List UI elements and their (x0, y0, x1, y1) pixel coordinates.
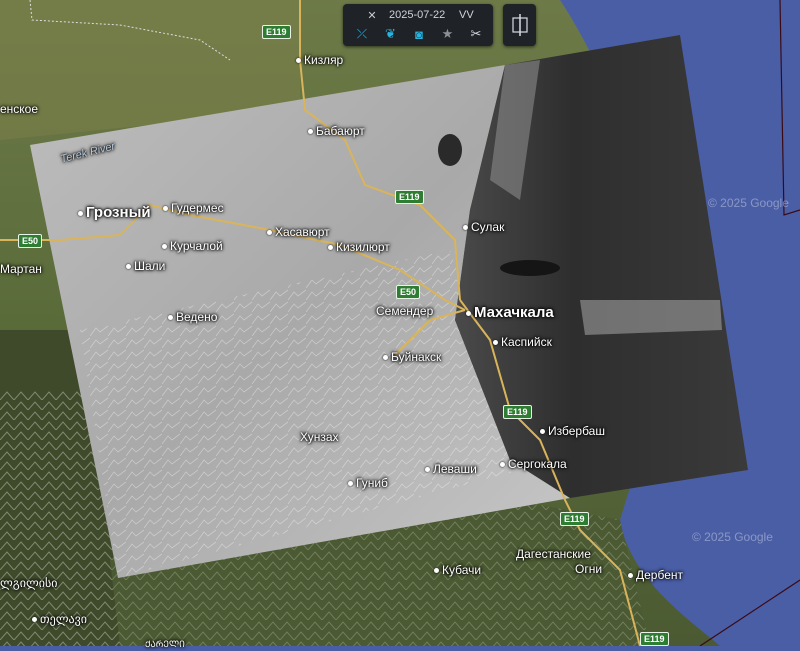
polarization-label: VV (459, 9, 474, 21)
place-label: Избербаш (540, 424, 605, 438)
place-label: Махачкала (466, 305, 554, 320)
expand-icon[interactable]: ✕ (365, 9, 379, 22)
sea-border-line-2 (699, 579, 800, 646)
place-label: Шали (126, 259, 165, 273)
place-label: Курчалой (162, 239, 223, 253)
place-label: Ведено (168, 310, 217, 324)
expand-tool-icon[interactable]: ⤫ (353, 25, 371, 43)
place-label: енское (0, 102, 39, 116)
map-canvas[interactable] (0, 0, 800, 646)
acquisition-date: 2025-07-22 (389, 9, 446, 21)
place-label: Леваши (425, 462, 477, 476)
place-label: ლგილისი (0, 576, 58, 590)
road-shield-e119: E119 (640, 632, 669, 646)
place-label: Хасавюрт (267, 225, 330, 239)
sea-border-line (779, 0, 800, 216)
place-label: Семендер (376, 304, 434, 318)
place-label: Гуниб (348, 476, 388, 490)
compare-swipe-button[interactable] (503, 4, 536, 46)
place-label: Кубачи (434, 563, 481, 577)
road-shield-e50: E50 (18, 234, 43, 248)
compare-swipe-icon (511, 14, 528, 36)
place-label: Хунзах (300, 430, 339, 444)
place-label: თელავი (32, 612, 87, 626)
road-shield-e119: E119 (395, 190, 424, 204)
place-label: Кизляр (296, 53, 343, 67)
place-label: ᲥᲐᲠᲔᲚᲘ (145, 639, 185, 649)
image-toolbar: ✕ 2025-07-22 VV ⤫ ❦ ◙ ★ ✂ (343, 4, 493, 46)
star-icon[interactable]: ★ (439, 25, 457, 43)
road-shield-e119: E119 (262, 25, 291, 39)
toolbar-info-row: ✕ 2025-07-22 VV (343, 7, 493, 23)
place-label: Дербент (628, 568, 683, 582)
drop-icon[interactable]: ❦ (382, 25, 400, 43)
map-watermark: © 2025 Google (692, 530, 773, 544)
road-shield-e119: E119 (560, 512, 589, 526)
place-label: Сергокала (500, 457, 567, 471)
scissors-icon[interactable]: ✂ (467, 25, 485, 43)
place-label: Огни (575, 562, 603, 576)
road-shield-e119: E119 (503, 405, 532, 419)
place-label: Сулак (463, 220, 504, 234)
place-label: Гудермес (163, 201, 224, 215)
place-label: Буйнакск (383, 350, 441, 364)
toolbar-tools-row: ⤫ ❦ ◙ ★ ✂ (353, 25, 485, 43)
place-label: Дагестанские (516, 547, 591, 561)
place-label: Грозный (78, 205, 151, 220)
place-label: Мартан (0, 262, 42, 276)
road-shield-e50: E50 (396, 285, 421, 299)
map-watermark: © 2025 Google (708, 196, 789, 210)
camera-icon[interactable]: ◙ (410, 25, 428, 43)
place-label: Каспийск (493, 335, 552, 349)
place-label: Бабаюрт (308, 124, 365, 138)
place-label: Кизилюрт (328, 240, 390, 254)
